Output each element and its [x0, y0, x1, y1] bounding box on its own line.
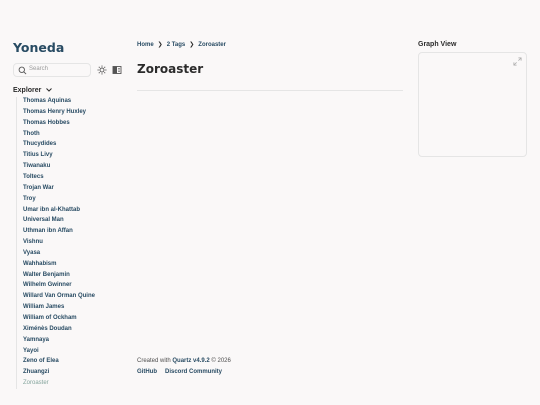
explorer-item[interactable]: Thomas Hobbes	[23, 120, 70, 126]
explorer-item[interactable]: Umar ibn al-Khattab	[23, 207, 80, 213]
search-icon	[18, 66, 27, 75]
graph-view[interactable]	[418, 52, 527, 157]
explorer-item[interactable]: Yamnaya	[23, 337, 49, 343]
footer-copyright: © 2026	[211, 358, 231, 364]
explorer-item[interactable]: Wilhelm Gwinner	[23, 282, 72, 288]
explorer-title: Explorer	[13, 86, 42, 94]
explorer-item[interactable]: Vishnu	[23, 239, 43, 245]
search-placeholder: Search	[29, 66, 49, 72]
explorer-item[interactable]: Toltecs	[23, 174, 44, 180]
site-title[interactable]: Yoneda	[13, 40, 64, 55]
footer-links: GitHub Discord Community	[137, 369, 222, 375]
explorer-item[interactable]: Willard Van Orman Quine	[23, 293, 95, 299]
explorer-list: Thomas Aquinas Thomas Henry Huxley Thomas …	[16, 97, 126, 389]
explorer-item[interactable]: Zeno of Elea	[23, 358, 59, 364]
explorer-item[interactable]: Titius Livy	[23, 152, 53, 158]
graph-title: Graph View	[418, 41, 457, 48]
explorer-item[interactable]: Thoth	[23, 131, 40, 137]
github-link[interactable]: GitHub	[137, 369, 157, 375]
breadcrumb-home[interactable]: Home	[137, 42, 154, 48]
explorer-item[interactable]: Thomas Aquinas	[23, 98, 71, 104]
footer-created-prefix: Created with	[137, 358, 171, 364]
quartz-link[interactable]: Quartz v4.9.2	[172, 358, 209, 364]
explorer-item[interactable]: William of Ockham	[23, 315, 77, 321]
page-title: Zoroaster	[137, 62, 204, 76]
chevron-down-icon	[46, 88, 53, 92]
explorer-item[interactable]: Wahhabism	[23, 261, 56, 267]
sun-icon[interactable]	[97, 65, 107, 75]
breadcrumb-separator: ❯	[157, 42, 163, 48]
discord-link[interactable]: Discord Community	[165, 369, 222, 375]
explorer-item[interactable]: Walter Benjamin	[23, 272, 70, 278]
footer-credit: Created with Quartz v4.9.2 © 2026	[137, 358, 231, 364]
explorer-item[interactable]: Thucydides	[23, 141, 56, 147]
explorer-item[interactable]: Uthman ibn Affan	[23, 228, 73, 234]
explorer-item[interactable]: William James	[23, 304, 64, 310]
search-input[interactable]: Search	[13, 63, 91, 77]
explorer-item[interactable]: Universal Man	[23, 217, 64, 223]
breadcrumb-current[interactable]: Zoroaster	[198, 42, 226, 48]
breadcrumb: Home ❯ 2 Tags ❯ Zoroaster	[137, 41, 226, 49]
explorer-item[interactable]: Yayoi	[23, 348, 39, 354]
explorer-item[interactable]: Tiwanaku	[23, 163, 50, 169]
explorer-item[interactable]: Troy	[23, 196, 36, 202]
explorer-item[interactable]: Ximénès Doudan	[23, 326, 72, 332]
explorer-item[interactable]: Vyasa	[23, 250, 40, 256]
explorer-item[interactable]: Zhuangzi	[23, 369, 49, 375]
explorer-toggle[interactable]: Explorer	[13, 86, 53, 94]
book-icon[interactable]	[112, 65, 122, 75]
explorer-item[interactable]: Trojan War	[23, 185, 54, 191]
explorer-item[interactable]: Thomas Henry Huxley	[23, 109, 86, 115]
breadcrumb-separator: ❯	[189, 42, 195, 48]
explorer-item[interactable]: Zoroaster	[23, 380, 49, 386]
divider	[137, 90, 403, 91]
expand-icon[interactable]	[513, 57, 522, 66]
breadcrumb-tags[interactable]: 2 Tags	[167, 42, 186, 48]
